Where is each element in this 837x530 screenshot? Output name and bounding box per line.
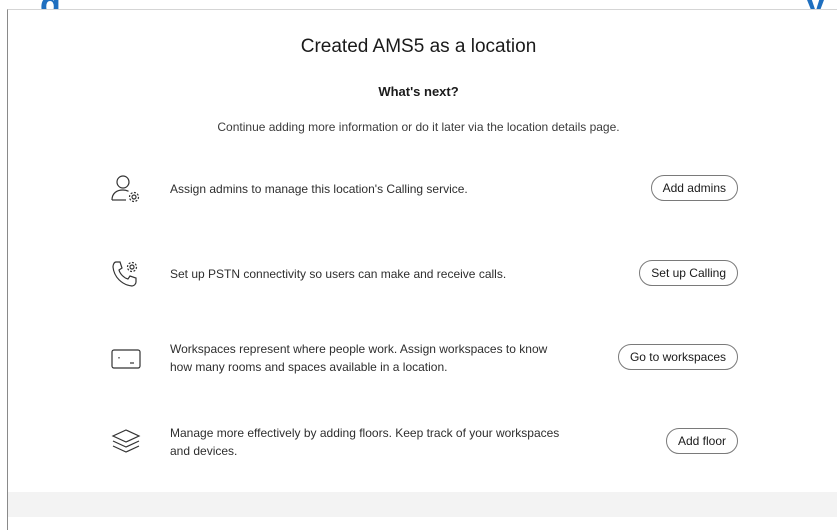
action-description: Assign admins to manage this location's … xyxy=(170,182,468,196)
workspace-icon xyxy=(110,342,142,374)
user-gear-icon xyxy=(110,173,142,205)
action-row-calling: Set up PSTN connectivity so users can ma… xyxy=(110,252,740,296)
layers-icon xyxy=(110,426,142,458)
dialog-title: Created AMS5 as a location xyxy=(300,36,537,57)
action-row-floor: Manage more effectively by adding floors… xyxy=(110,420,740,464)
action-description: Set up PSTN connectivity so users can ma… xyxy=(170,267,507,281)
action-description: Manage more effectively by adding floors… xyxy=(170,426,560,458)
go-to-workspaces-button[interactable]: Go to workspaces xyxy=(617,344,738,370)
action-row-admins: Assign admins to manage this location's … xyxy=(110,167,740,211)
phone-gear-icon xyxy=(110,258,142,290)
add-floor-button[interactable]: Add floor xyxy=(665,428,738,454)
dialog-footer xyxy=(7,492,837,517)
add-admins-button[interactable]: Add admins xyxy=(650,175,738,201)
dialog-description: Continue adding more information or do i… xyxy=(217,120,620,134)
action-description: Workspaces represent where people work. … xyxy=(170,342,548,374)
action-row-workspaces: Workspaces represent where people work. … xyxy=(110,336,740,380)
set-up-calling-button[interactable]: Set up Calling xyxy=(639,260,738,286)
dialog-subtitle: What's next? xyxy=(378,84,459,99)
